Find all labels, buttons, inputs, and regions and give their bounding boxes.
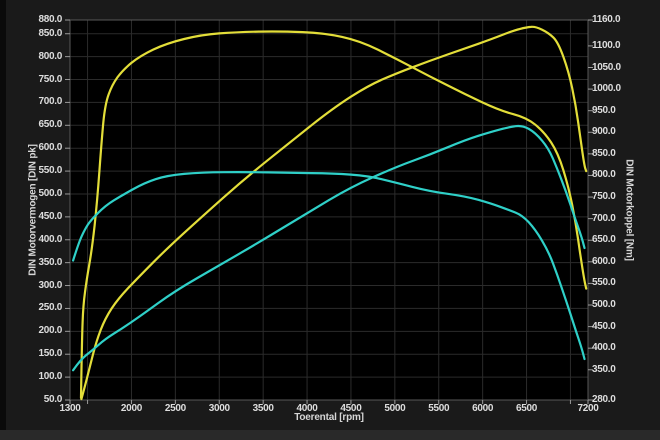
y-left-tick-label: 850.0 (16, 28, 62, 40)
y-left-tick-label: 500.0 (16, 188, 62, 200)
x-tick-label: 2000 (109, 403, 153, 415)
y-right-tick-label: 950.0 (592, 105, 642, 117)
y-right-tick-label: 450.0 (592, 321, 642, 333)
dyno-chart-window: 880.0 850.0 800.0 750.0 700.0 650.0 600.0 550.0… (0, 0, 660, 440)
y-axis-left-title: DIN Motorvermogen [DIN pk] (28, 144, 39, 275)
y-left-tick-label: 150.0 (16, 348, 62, 360)
y-right-tick-label: 600.0 (592, 256, 642, 268)
chart-canvas (0, 0, 660, 440)
y-left-tick-label: 250.0 (16, 302, 62, 314)
y-left-tick-label: 700.0 (16, 96, 62, 108)
y-left-tick-label: 800.0 (16, 51, 62, 63)
y-right-tick-label: 900.0 (592, 126, 642, 138)
y-right-tick-label: 400.0 (592, 342, 642, 354)
y-right-tick-label: 1050.0 (592, 62, 642, 74)
x-axis-title: Toerental [rpm] (294, 412, 364, 423)
y-left-tick-label: 650.0 (16, 119, 62, 131)
y-left-tick-label: 550.0 (16, 165, 62, 177)
y-right-tick-label: 350.0 (592, 364, 642, 376)
y-right-tick-label: 650.0 (592, 234, 642, 246)
y-left-tick-label: 350.0 (16, 257, 62, 269)
y-left-tick-label: 450.0 (16, 211, 62, 223)
x-tick-label: 2500 (153, 403, 197, 415)
y-right-tick-label: 550.0 (592, 277, 642, 289)
x-tick-label: 6000 (461, 403, 505, 415)
y-right-tick-label: 500.0 (592, 299, 642, 311)
y-right-tick-label: 750.0 (592, 191, 642, 203)
y-left-tick-label: 600.0 (16, 142, 62, 154)
y-right-tick-label: 700.0 (592, 213, 642, 225)
y-left-tick-label: 880.0 (16, 14, 62, 26)
y-left-tick-label: 750.0 (16, 74, 62, 86)
y-left-tick-label: 200.0 (16, 325, 62, 337)
x-tick-label: 1300 (48, 403, 92, 415)
y-right-tick-label: 1000.0 (592, 83, 642, 95)
y-right-tick-label: 1160.0 (592, 14, 642, 26)
y-right-tick-label: 850.0 (592, 148, 642, 160)
y-left-tick-label: 100.0 (16, 371, 62, 383)
y-right-tick-label: 1100.0 (592, 40, 642, 52)
x-tick-label: 5500 (417, 403, 461, 415)
y-right-tick-label: 800.0 (592, 169, 642, 181)
x-tick-label: 3500 (241, 403, 285, 415)
y-left-tick-label: 300.0 (16, 280, 62, 292)
window-bottom-edge (0, 430, 660, 440)
y-axis-right-title: DIN Motorkoppel [Nm] (624, 159, 635, 261)
y-left-tick-label: 400.0 (16, 234, 62, 246)
x-tick-label: 3000 (197, 403, 241, 415)
x-tick-label: 6500 (505, 403, 549, 415)
x-tick-label: 7200 (566, 403, 610, 415)
x-tick-label: 5000 (373, 403, 417, 415)
